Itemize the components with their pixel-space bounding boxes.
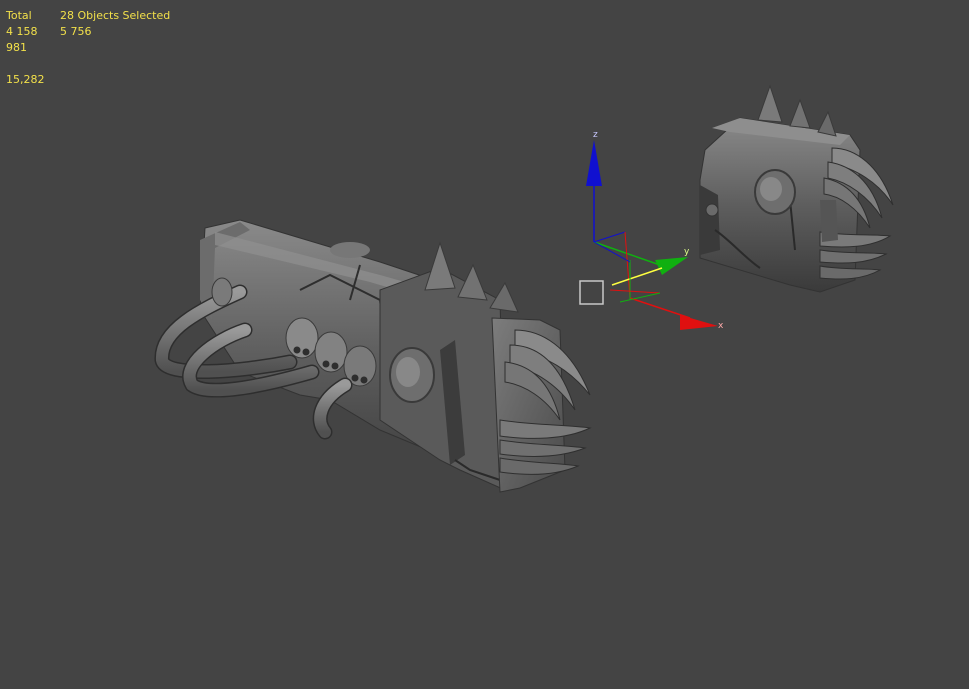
z-axis-label: z bbox=[593, 130, 598, 140]
y-axis-arrow-icon[interactable] bbox=[655, 257, 688, 275]
scene-canvas[interactable]: z y x bbox=[0, 0, 969, 689]
xy-plane-handle[interactable] bbox=[611, 267, 663, 286]
viewport-perspective[interactable]: Total 28 Objects Selected 4 158 981 5 75… bbox=[0, 0, 969, 689]
x-axis-label: x bbox=[718, 321, 724, 331]
weapon-part-small[interactable] bbox=[699, 84, 894, 293]
pivot-point-box[interactable] bbox=[579, 280, 604, 305]
y-axis-label: y bbox=[684, 247, 690, 257]
weapon-part-large[interactable] bbox=[154, 219, 592, 493]
x-axis-arrow-icon[interactable] bbox=[680, 315, 718, 330]
z-axis-arrow-icon[interactable] bbox=[586, 140, 602, 186]
x-axis-line[interactable] bbox=[629, 297, 691, 319]
